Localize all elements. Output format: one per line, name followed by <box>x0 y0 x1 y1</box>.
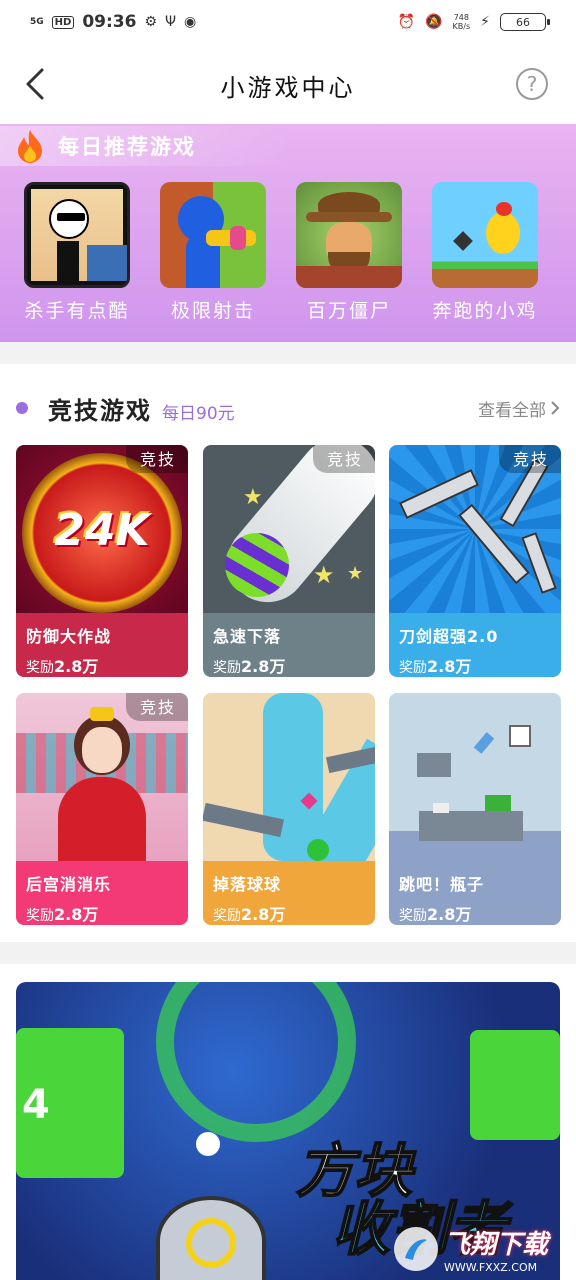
reward-prefix: 奖励 <box>399 908 427 924</box>
game-art-text: 24K <box>54 505 150 556</box>
game-card-reward: 奖励2.8万 <box>26 653 178 677</box>
top-bar: 小游戏中心 ? <box>0 52 576 118</box>
watermark-logo-icon <box>393 1227 438 1271</box>
game-card-image <box>389 693 561 861</box>
daily-recommend-header: 每日推荐游戏 <box>0 126 290 166</box>
reward-amount: 2.8万 <box>241 657 286 676</box>
competitive-badge: 竞技 <box>125 693 188 721</box>
watermark-text: 飞翔下载 <box>443 1230 548 1260</box>
section-divider <box>0 342 576 364</box>
game-card-reward: 奖励2.8万 <box>26 901 178 925</box>
see-all-link[interactable]: 查看全部 <box>478 396 560 421</box>
watermark: 飞翔下载 WWW.FXXZ.COM <box>393 1224 548 1274</box>
reward-prefix: 奖励 <box>213 908 241 924</box>
daily-game-list: 杀手有点酷 极限射击 百万僵尸 奔跑的小鸡 <box>0 182 576 332</box>
network-indicator: 5G <box>30 16 44 27</box>
game-card[interactable]: 掉落球球 奖励2.8万 <box>203 693 375 925</box>
daily-game-item[interactable]: 奔跑的小鸡 <box>432 182 542 323</box>
game-name: 百万僵尸 <box>306 300 391 322</box>
reward-prefix: 奖励 <box>26 660 54 676</box>
network-speed: 748 KB/s <box>453 13 471 31</box>
battery-level: 66 <box>516 15 530 29</box>
reward-prefix: 奖励 <box>399 660 427 676</box>
game-name: 杀手有点酷 <box>24 300 130 322</box>
game-card-footer: 掉落球球 奖励2.8万 <box>203 861 375 925</box>
game-card-reward: 奖励2.8万 <box>399 901 551 925</box>
game-card-footer: 防御大作战 奖励2.8万 <box>16 613 188 677</box>
competitive-section-header: 竞技游戏 每日90元 查看全部 <box>0 380 576 436</box>
game-card-footer: 后宫消消乐 奖励2.8万 <box>16 861 188 925</box>
reward-amount: 2.8万 <box>427 905 472 924</box>
game-card-footer: 刀剑超强2.0 奖励2.8万 <box>389 613 561 677</box>
reward-prefix: 奖励 <box>26 908 54 924</box>
game-card[interactable]: ★ ★ ★ 竞技 急速下落 奖励2.8万 <box>203 445 375 677</box>
see-all-label: 查看全部 <box>478 400 546 421</box>
help-button[interactable]: ? <box>516 68 548 100</box>
game-thumbnail <box>160 182 266 288</box>
watermark-url: WWW.FXXZ.COM <box>443 1261 538 1274</box>
usb-icon: Ψ <box>165 14 177 30</box>
section-title: 竞技游戏 <box>48 396 152 425</box>
alarm-icon: ⏰ <box>397 14 416 30</box>
battery-icon: 66 <box>500 13 550 31</box>
game-card[interactable]: 24K 竞技 防御大作战 奖励2.8万 <box>16 445 188 677</box>
speed-value: 748 <box>453 13 469 22</box>
fire-icon <box>18 130 42 163</box>
competitive-badge: 竞技 <box>125 445 188 473</box>
chevron-left-icon <box>26 68 44 100</box>
daily-recommend-title: 每日推荐游戏 <box>58 135 196 159</box>
charging-icon: ⚡ <box>480 14 490 30</box>
game-card-name: 掉落球球 <box>213 875 282 894</box>
game-card-footer: 跳吧！瓶子 奖励2.8万 <box>389 861 561 925</box>
daily-game-item[interactable]: 杀手有点酷 <box>24 182 134 323</box>
daily-game-item[interactable]: 极限射击 <box>160 182 270 323</box>
page-title: 小游戏中心 <box>220 73 356 102</box>
game-card-image <box>203 693 375 861</box>
game-card-name: 跳吧！瓶子 <box>399 875 485 894</box>
section-subtitle: 每日90元 <box>162 403 235 424</box>
game-card[interactable]: 竞技 刀剑超强2.0 奖励2.8万 <box>389 445 561 677</box>
game-thumbnail <box>24 182 130 288</box>
back-button[interactable] <box>20 66 56 102</box>
reward-prefix: 奖励 <box>213 660 241 676</box>
featured-game-banner[interactable]: 4 方块 收割者 飞翔下载 WWW.FXXZ.COM <box>16 982 560 1280</box>
game-card-footer: 急速下落 奖励2.8万 <box>203 613 375 677</box>
sync-icon: ◉ <box>184 14 197 30</box>
clock: 09:36 <box>82 12 137 32</box>
game-card-name: 刀剑超强2.0 <box>399 627 499 646</box>
game-name: 奔跑的小鸡 <box>432 300 538 322</box>
app-notification-icon: ⚙ <box>144 14 158 30</box>
reward-amount: 2.8万 <box>54 905 99 924</box>
game-card[interactable]: 竞技 后宫消消乐 奖励2.8万 <box>16 693 188 925</box>
reward-amount: 2.8万 <box>54 657 99 676</box>
mute-icon: 🔕 <box>425 14 443 30</box>
game-card-name: 急速下落 <box>213 627 282 646</box>
hd-indicator: HD <box>51 15 75 29</box>
game-thumbnail <box>296 182 402 288</box>
game-thumbnail <box>432 182 538 288</box>
reward-amount: 2.8万 <box>427 657 472 676</box>
game-card-name: 防御大作战 <box>26 627 112 646</box>
game-card-name: 后宫消消乐 <box>26 875 112 894</box>
status-bar: 5G HD 09:36 ⚙ Ψ ◉ ⏰ 🔕 748 KB/s ⚡ 66 <box>0 0 576 44</box>
game-card-reward: 奖励2.8万 <box>213 653 365 677</box>
score-text: 4 <box>22 1082 50 1128</box>
game-card-reward: 奖励2.8万 <box>213 901 365 925</box>
reward-amount: 2.8万 <box>241 905 286 924</box>
speed-unit: KB/s <box>452 22 471 31</box>
game-name: 极限射击 <box>170 300 255 322</box>
competitive-badge: 竞技 <box>312 445 375 473</box>
game-card[interactable]: 跳吧！瓶子 奖励2.8万 <box>389 693 561 925</box>
daily-game-item[interactable]: 百万僵尸 <box>296 182 406 323</box>
competitive-badge: 竞技 <box>498 445 561 473</box>
daily-recommend-section: 每日推荐游戏 杀手有点酷 极限射击 百万僵尸 奔跑的小鸡 <box>0 124 576 342</box>
chevron-right-icon <box>551 401 560 415</box>
section-dot-icon <box>16 402 28 414</box>
game-card-reward: 奖励2.8万 <box>399 653 551 677</box>
section-divider <box>0 942 576 964</box>
